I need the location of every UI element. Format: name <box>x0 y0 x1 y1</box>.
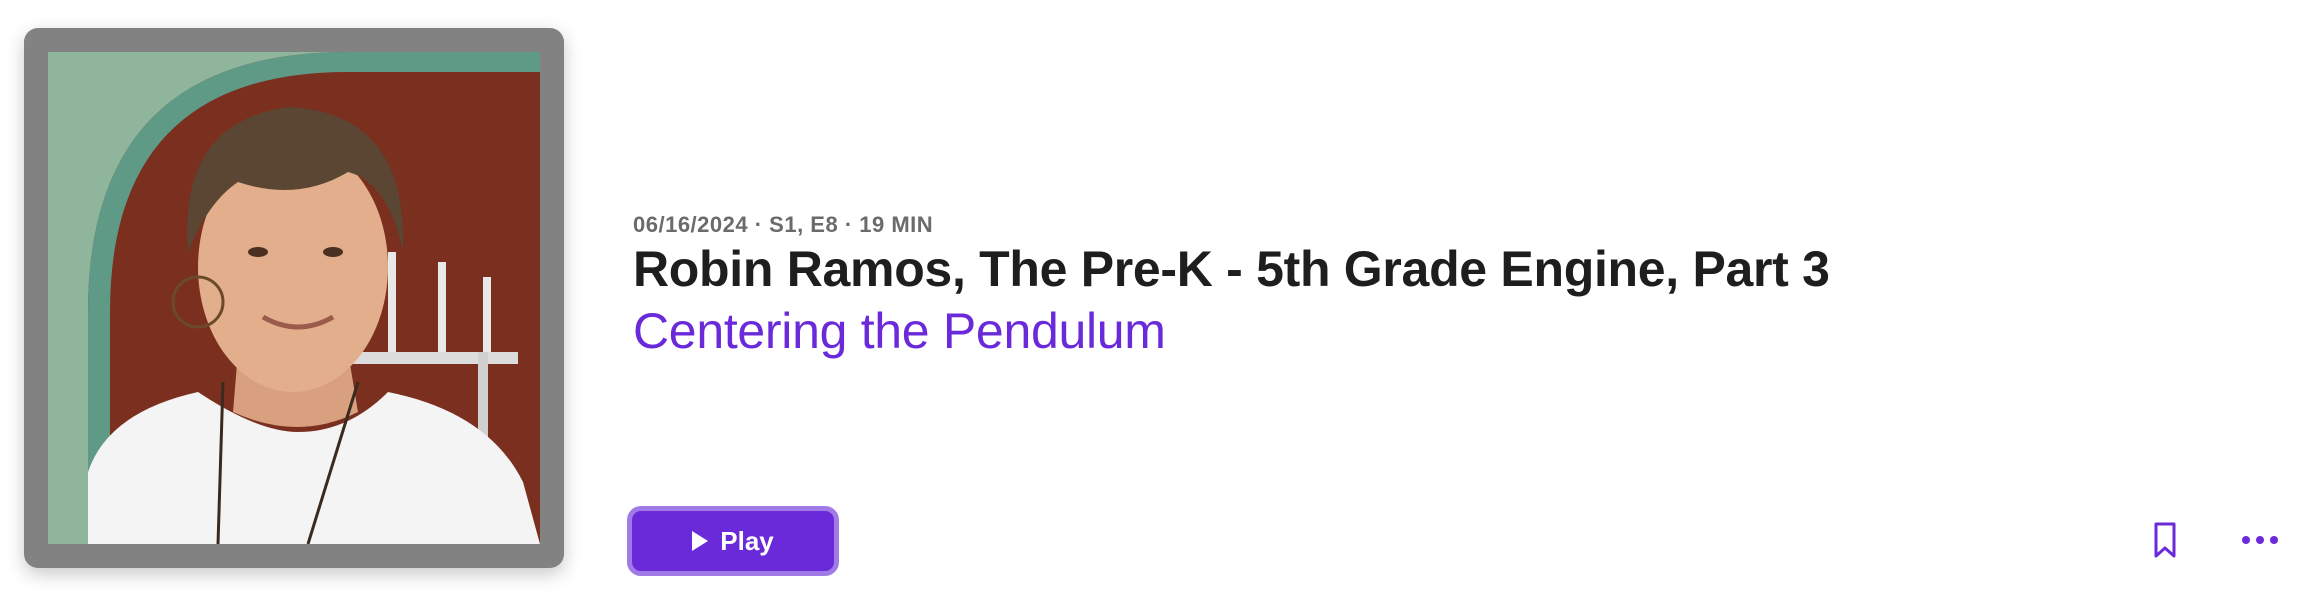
episode-header: 06/16/2024 · S1, E8 · 19 MIN Robin Ramos… <box>0 0 2300 600</box>
episode-title: Robin Ramos, The Pre-K - 5th Grade Engin… <box>633 241 1830 297</box>
play-button-label: Play <box>720 525 774 556</box>
episode-artwork <box>24 28 564 568</box>
show-name-link[interactable]: Centering the Pendulum <box>633 302 1166 360</box>
more-ellipsis-icon <box>2242 536 2278 544</box>
episode-meta: 06/16/2024 · S1, E8 · 19 MIN <box>633 212 934 237</box>
more-button[interactable] <box>2240 530 2280 550</box>
play-icon <box>692 531 709 551</box>
artwork-image <box>48 52 540 544</box>
play-button[interactable]: Play <box>627 506 839 576</box>
bookmark-icon <box>2154 522 2176 558</box>
bookmark-button[interactable] <box>2150 520 2180 560</box>
